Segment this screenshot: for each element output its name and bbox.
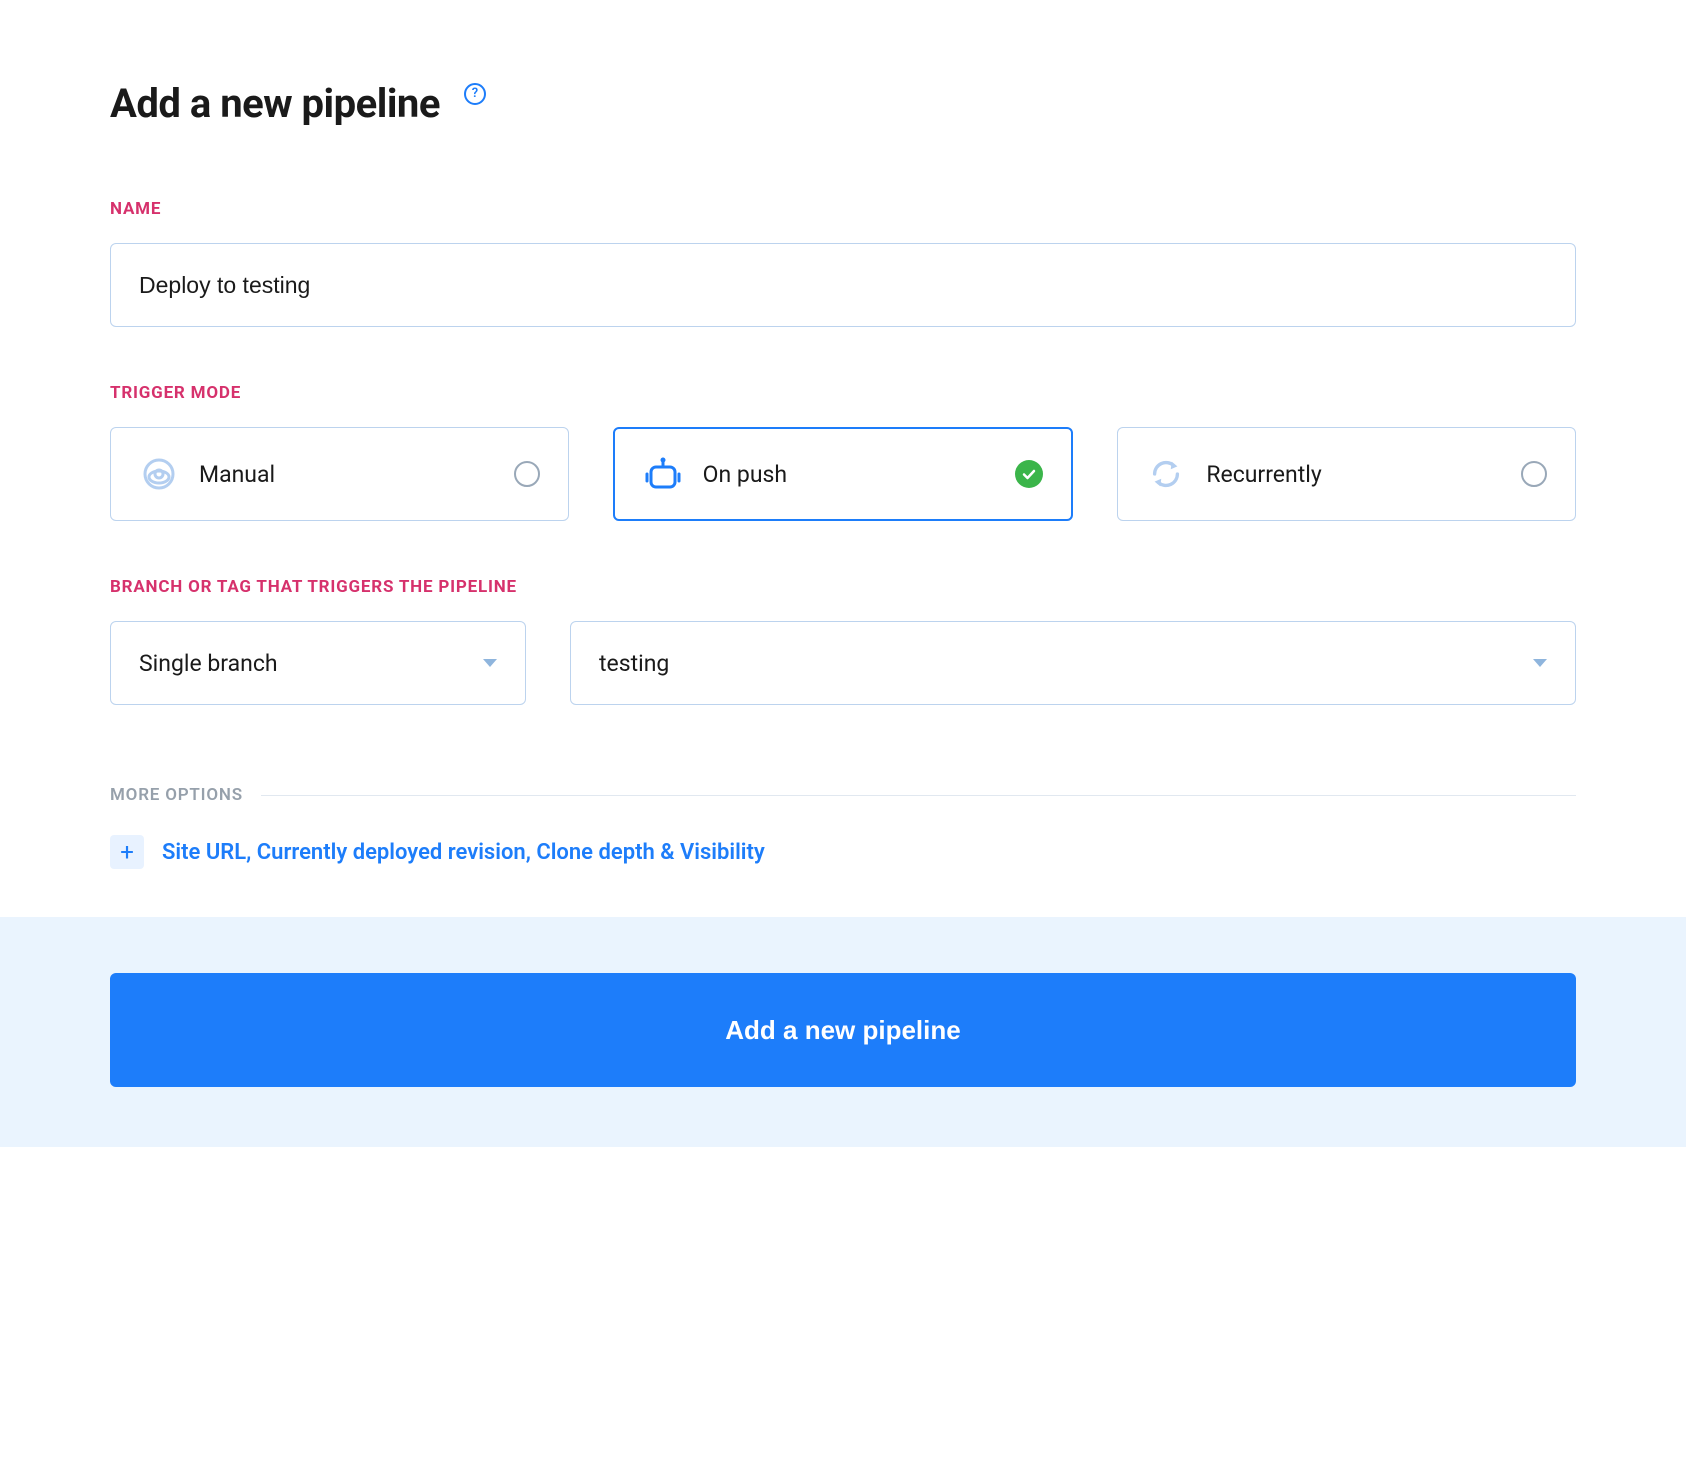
radio-circle-icon bbox=[514, 461, 540, 487]
branch-section: BRANCH OR TAG THAT TRIGGERS THE PIPELINE… bbox=[110, 577, 1576, 705]
select-value: Single branch bbox=[139, 650, 278, 677]
name-label: NAME bbox=[110, 199, 1576, 219]
add-pipeline-button[interactable]: Add a new pipeline bbox=[110, 973, 1576, 1087]
page-title: Add a new pipeline bbox=[110, 80, 440, 127]
more-options-header: MORE OPTIONS bbox=[110, 785, 1576, 805]
chevron-down-icon bbox=[1533, 659, 1547, 667]
robot-icon bbox=[643, 454, 683, 494]
trigger-option-manual[interactable]: Manual bbox=[110, 427, 569, 521]
footer: Add a new pipeline bbox=[0, 917, 1686, 1147]
page-header: Add a new pipeline ? bbox=[110, 80, 1576, 127]
chevron-down-icon bbox=[483, 659, 497, 667]
trigger-option-label: On push bbox=[703, 461, 1016, 488]
trigger-label: TRIGGER MODE bbox=[110, 383, 1576, 403]
trigger-option-recurrently[interactable]: Recurrently bbox=[1117, 427, 1576, 521]
trigger-option-on-push[interactable]: On push bbox=[613, 427, 1074, 521]
more-options-expand[interactable]: + Site URL, Currently deployed revision,… bbox=[110, 835, 1576, 869]
name-section: NAME bbox=[110, 199, 1576, 327]
select-value: testing bbox=[599, 650, 669, 677]
check-icon bbox=[1015, 460, 1043, 488]
branch-row: Single branch testing bbox=[110, 621, 1576, 705]
manual-icon bbox=[139, 454, 179, 494]
divider bbox=[261, 795, 1576, 796]
more-options-link: Site URL, Currently deployed revision, C… bbox=[162, 840, 765, 865]
trigger-option-label: Recurrently bbox=[1206, 461, 1521, 488]
radio-circle-icon bbox=[1521, 461, 1547, 487]
refresh-icon bbox=[1146, 454, 1186, 494]
trigger-row: Manual On push bbox=[110, 427, 1576, 521]
help-icon[interactable]: ? bbox=[464, 83, 486, 105]
branch-label: BRANCH OR TAG THAT TRIGGERS THE PIPELINE bbox=[110, 577, 1576, 597]
trigger-section: TRIGGER MODE Manual bbox=[110, 383, 1576, 521]
pipeline-name-input[interactable] bbox=[110, 243, 1576, 327]
trigger-option-label: Manual bbox=[199, 461, 514, 488]
branch-type-select[interactable]: Single branch bbox=[110, 621, 526, 705]
plus-icon: + bbox=[110, 835, 144, 869]
more-options-label: MORE OPTIONS bbox=[110, 785, 243, 805]
branch-name-select[interactable]: testing bbox=[570, 621, 1576, 705]
